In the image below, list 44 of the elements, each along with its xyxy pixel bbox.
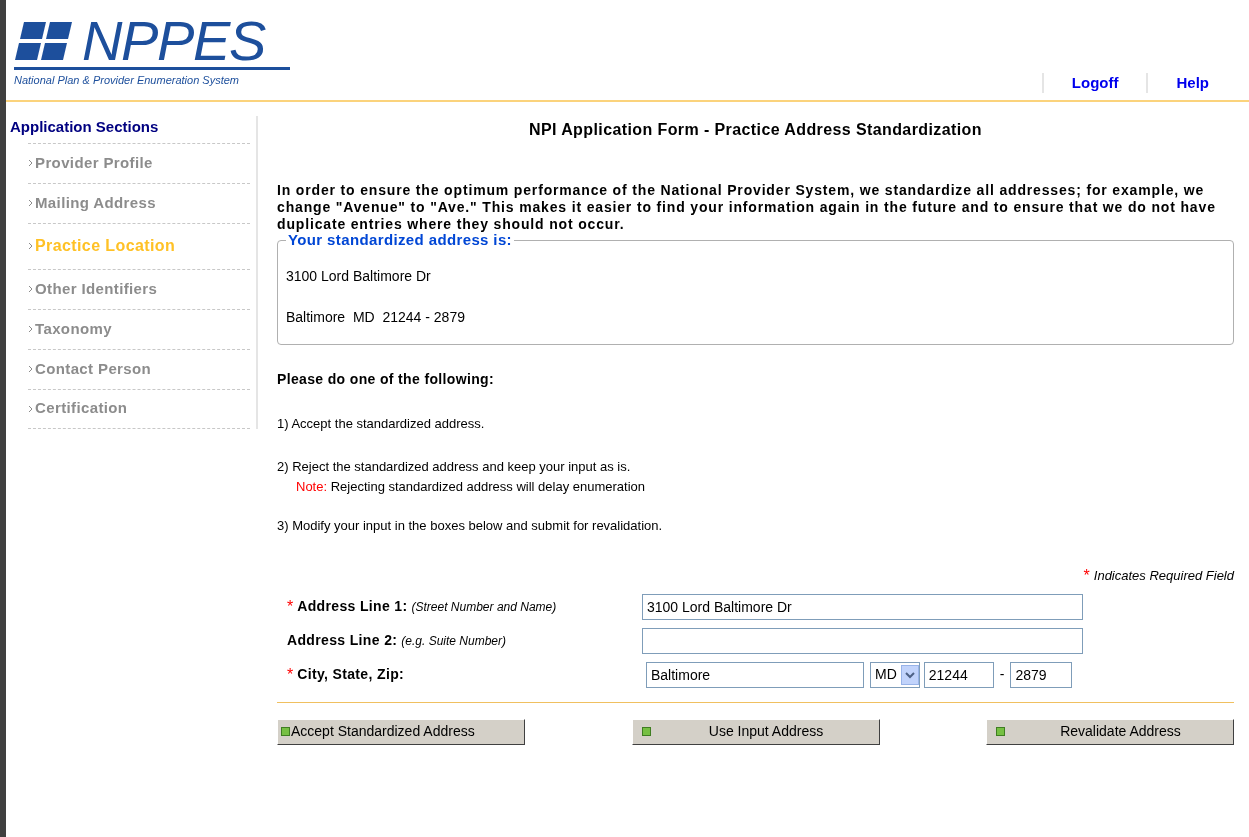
option-text: 2) Reject the standardized address and keep your input as is. xyxy=(277,458,632,476)
chevron-icon xyxy=(28,242,33,250)
required-mark: * xyxy=(287,596,294,617)
action-button[interactable]: Revalidate Address xyxy=(986,718,1234,745)
button-square-icon xyxy=(281,727,290,736)
chevron-icon xyxy=(28,325,33,333)
input-field[interactable] xyxy=(642,627,1083,654)
required-mark: * xyxy=(287,664,294,685)
field-label: City, State, Zip: xyxy=(297,665,405,684)
chevron-icon xyxy=(28,404,33,413)
address-line: Baltimore MD 21244 - 2879 xyxy=(286,307,466,327)
chevron-icon xyxy=(28,199,33,207)
sidebar-title: Application Sections xyxy=(9,117,160,137)
input-field[interactable]: Baltimore xyxy=(646,661,864,688)
button-square-icon xyxy=(641,727,651,736)
chevron-icon xyxy=(28,365,33,373)
logo-text: NPPES xyxy=(82,15,265,66)
page-title: NPI Application Form - Practice Address Standardization xyxy=(528,120,983,140)
action-button[interactable]: Use Input Address xyxy=(631,718,880,745)
chevron-icon xyxy=(28,285,33,293)
button-square-icon xyxy=(996,727,1005,736)
field-hint: (Street Number and Name) xyxy=(411,598,557,616)
note-label: Note: xyxy=(296,478,328,494)
address-line: 3100 Lord Baltimore Dr xyxy=(286,266,432,286)
required-mark: * xyxy=(1083,565,1090,586)
chevron-icon xyxy=(28,159,33,167)
action-button[interactable]: Accept Standardized Address xyxy=(277,718,525,745)
field-label: Address Line 2: xyxy=(287,631,398,650)
state-dropdown[interactable]: MD xyxy=(870,661,920,688)
intro-paragraph: In order to ensure the optimum performance of the National Provider System, we standardize all addresses; for example, we change "Avenue" to "Ave." This makes it easier to find your information again in the future and to ensure that we do not have duplicate entries where they should not occur. xyxy=(277,182,1217,233)
header-link[interactable]: Help xyxy=(1176,71,1209,94)
note-text: Rejecting standardized address will delay enumeration xyxy=(330,478,646,494)
required-legend: Indicates Required Field xyxy=(1093,565,1234,586)
option-text: 3) Modify your input in the boxes below and submit for revalidation. xyxy=(277,517,664,535)
logo-subtitle: National Plan & Provider Enumeration System xyxy=(14,72,240,88)
instructions-heading: Please do one of the following: xyxy=(277,369,495,389)
input-field[interactable]: 21244 xyxy=(923,661,994,688)
input-field[interactable]: 3100 Lord Baltimore Dr xyxy=(642,593,1083,620)
input-field[interactable]: 2879 xyxy=(1010,661,1073,688)
zip-separator: - xyxy=(998,665,1006,684)
header-link[interactable]: Logoff xyxy=(1071,71,1119,94)
option-text: 1) Accept the standardized address. xyxy=(277,414,486,433)
field-hint: (e.g. Suite Number) xyxy=(401,632,506,650)
field-label: Address Line 1: xyxy=(297,597,408,616)
